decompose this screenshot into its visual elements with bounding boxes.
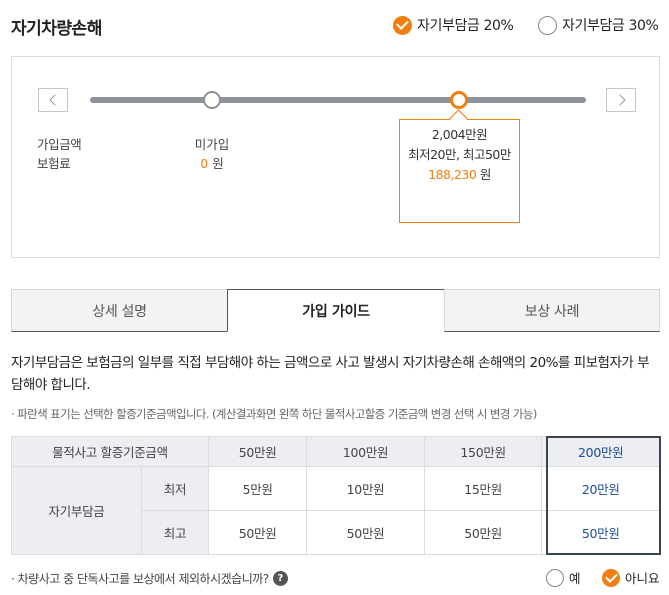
guide-description: 자기부담금은 보험금의 일부를 직접 부담해야 하는 금액으로 사고 발생시 자… — [11, 355, 650, 393]
tab-detail[interactable]: 상세 설명 — [11, 289, 228, 332]
chevron-right-icon — [613, 94, 626, 106]
table-cell: 50만원 — [306, 510, 425, 555]
guide-note: · 파란색 표기는 선택한 할증기준금액입니다. (계산결과화면 왼쪽 하단 물… — [11, 407, 537, 421]
premium-unit: 원 — [479, 167, 492, 182]
checked-radio-icon — [602, 568, 620, 587]
table-cell: 50만원 — [423, 510, 543, 555]
table-row-label: 최고 — [141, 510, 209, 555]
table-column-header: 50만원 — [207, 436, 308, 467]
answer-label: 예 — [569, 571, 581, 586]
not-enrolled-label: 미가입 — [194, 137, 230, 152]
table-column-header-selected: 200만원 — [541, 436, 660, 467]
exclude-solo-accident-question: · 차량사고 중 단독사고를 보상에서 제외하시겠습니까? ? — [11, 570, 288, 587]
row-labels: 가입금액 보험료 — [37, 135, 82, 173]
answer-label: 아니요 — [625, 571, 660, 586]
coverage-slider-panel: 가입금액 보험료 미가입 0 원 2,004만원 최저20만, 최고50만 18… — [11, 56, 660, 258]
table-cell: 10만원 — [306, 466, 425, 511]
tab-guide[interactable]: 가입 가이드 — [227, 289, 445, 332]
table-cell: 50만원 — [207, 510, 308, 555]
slider-knob-selected[interactable] — [450, 91, 468, 109]
table-column-header: 100만원 — [306, 436, 425, 467]
help-icon[interactable]: ? — [272, 571, 288, 586]
tab-bar: 상세 설명 가입 가이드 보상 사례 — [11, 289, 660, 332]
ratio-option-20[interactable]: 자기부담금 20% — [393, 15, 514, 35]
page-title: 자기차량손해 — [11, 19, 102, 39]
question-text: · 차량사고 중 단독사고를 보상에서 제외하시겠습니까? — [11, 572, 269, 586]
not-enrolled-column: 미가입 0 원 — [182, 135, 242, 173]
selected-range: 최저20만, 최고50만 — [408, 147, 511, 162]
table-cell-selected: 20만원 — [541, 466, 660, 511]
table-row-group: 자기부담금 — [11, 466, 142, 555]
next-button[interactable] — [606, 88, 636, 112]
table-column-header: 150만원 — [423, 436, 543, 467]
checked-radio-icon — [393, 15, 412, 35]
selected-premium: 188,230 — [428, 167, 477, 182]
selected-amount-popup: 2,004만원 최저20만, 최고50만 188,230 원 — [399, 119, 520, 223]
answer-yes[interactable]: 예 — [546, 568, 581, 587]
unchecked-radio-icon — [538, 15, 557, 35]
unchecked-radio-icon — [546, 568, 564, 587]
ratio-option-label: 자기부담금 30% — [562, 18, 659, 34]
table-cell-selected: 50만원 — [541, 510, 660, 555]
not-enrolled-premium: 0 — [200, 156, 209, 171]
answer-no[interactable]: 아니요 — [602, 568, 660, 587]
prev-button[interactable] — [38, 88, 68, 112]
table-header-label: 물적사고 할증기준금액 — [11, 436, 209, 467]
premium-unit: 원 — [212, 156, 224, 171]
table-cell: 5만원 — [207, 466, 308, 511]
slider-track[interactable] — [90, 97, 586, 103]
tab-cases[interactable]: 보상 사례 — [444, 289, 660, 332]
amount-row-label: 가입금액 — [37, 137, 82, 152]
table-cell: 15만원 — [423, 466, 543, 511]
chevron-left-icon — [48, 94, 61, 106]
deductible-table: 물적사고 할증기준금액 50만원 100만원 150만원 200만원 자기부담금… — [11, 436, 660, 555]
selected-amount: 2,004만원 — [431, 127, 488, 142]
ratio-option-30[interactable]: 자기부담금 30% — [538, 15, 659, 35]
table-row-label: 최저 — [141, 466, 209, 511]
slider-knob-not-enrolled[interactable] — [203, 91, 221, 109]
premium-row-label: 보험료 — [37, 156, 71, 171]
ratio-option-label: 자기부담금 20% — [417, 18, 514, 34]
